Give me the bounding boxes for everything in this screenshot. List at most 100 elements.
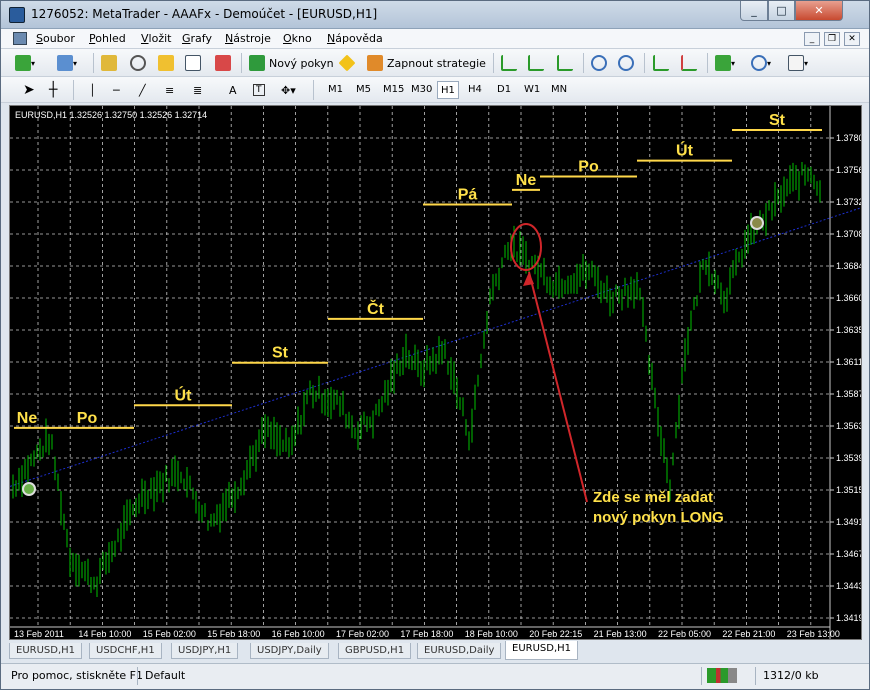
mdi-restore-button[interactable]: ❐ xyxy=(824,32,840,46)
close-button[interactable]: ✕ xyxy=(795,1,843,21)
profiles-button[interactable]: ▾ xyxy=(57,53,77,73)
y-tick-label: 1.36600 xyxy=(836,293,862,303)
menu-soubor[interactable]: Soubor xyxy=(36,32,75,45)
arrows-tool[interactable]: ✥▾ xyxy=(281,80,296,100)
day-label: St xyxy=(769,112,786,129)
price-chart[interactable]: Ne Po Út St Čt Pá Ne Po Út St 1.37800 1.37560 1.373… xyxy=(9,105,862,640)
templates-button[interactable]: ▾ xyxy=(788,53,808,73)
tab-eurusd-daily[interactable]: EURUSD,Daily xyxy=(417,643,502,659)
tab-eurusd-h1-1[interactable]: EURUSD,H1 xyxy=(9,643,83,659)
market-watch-button[interactable] xyxy=(101,53,117,73)
horizontal-line-tool[interactable]: ─ xyxy=(113,80,120,100)
zoom-in-button[interactable] xyxy=(591,53,607,73)
new-chart-button[interactable]: ▾ xyxy=(15,53,35,73)
tab-usdjpy-h1[interactable]: USDJPY,H1 xyxy=(171,643,239,659)
fibonacci-icon: ≣ xyxy=(193,83,203,97)
tab-eurusd-h1-active[interactable]: EURUSD,H1 xyxy=(505,641,579,660)
mdi-close-button[interactable]: ✕ xyxy=(844,32,860,46)
text-tool[interactable]: A xyxy=(229,80,237,100)
expert-advisors-button[interactable]: Zapnout strategie xyxy=(367,53,486,73)
day-label: Po xyxy=(77,410,98,427)
arrows-icon: ✥▾ xyxy=(281,83,296,97)
fibonacci-tool[interactable]: ≣ xyxy=(193,80,202,100)
order-marker-left[interactable] xyxy=(22,482,36,496)
new-order-label: Nový pokyn xyxy=(269,56,334,70)
crosshair-icon: ┼ xyxy=(49,82,58,98)
data-window-button[interactable] xyxy=(130,53,146,73)
annotation-line-1: Zde se měl zadat xyxy=(593,489,713,506)
trend-line[interactable] xyxy=(10,207,862,487)
line-chart-button[interactable] xyxy=(557,53,573,73)
navigator-button[interactable] xyxy=(158,53,174,73)
document-icon[interactable] xyxy=(13,32,27,45)
order-marker-right[interactable] xyxy=(750,216,764,230)
zoom-out-button[interactable] xyxy=(618,53,634,73)
text-tool-label: A xyxy=(229,83,237,97)
menu-okno[interactable]: Okno xyxy=(283,32,312,45)
tf-m1[interactable]: M1 xyxy=(325,81,346,99)
plus-chart-icon xyxy=(15,55,31,71)
annotation-line-2: nový pokyn LONG xyxy=(593,509,724,526)
indicators-button[interactable]: ▾ xyxy=(715,53,735,73)
tf-m15[interactable]: M15 xyxy=(380,81,407,99)
tf-m5[interactable]: M5 xyxy=(353,81,374,99)
tf-h1[interactable]: H1 xyxy=(437,81,459,99)
y-tick-label: 1.35395 xyxy=(836,453,862,463)
day-label: Ne xyxy=(17,410,38,427)
trendline-icon: ╱ xyxy=(139,83,146,97)
tf-m30[interactable]: M30 xyxy=(408,81,435,99)
cursor-tool[interactable]: ➤ xyxy=(23,80,35,100)
x-tick-label: 14 Feb 10:00 xyxy=(78,629,131,639)
chart-tabs: EURUSD,H1 USDCHF,H1 USDJPY,H1 USDJPY,Dai… xyxy=(9,641,862,661)
zoom-in-icon xyxy=(591,55,607,71)
windows-icon xyxy=(57,55,73,71)
menu-nastroje[interactable]: Nástroje xyxy=(225,32,271,45)
menu-pohled[interactable]: Pohled xyxy=(89,32,126,45)
chart-canvas[interactable]: Ne Po Út St Čt Pá Ne Po Út St 1.37800 1.37560 1.373… xyxy=(10,106,862,640)
x-tick-label: 23 Feb 13:00 xyxy=(787,629,840,639)
day-label: Ne xyxy=(516,172,537,189)
zoom-out-icon xyxy=(618,55,634,71)
periods-button[interactable]: ▾ xyxy=(751,53,771,73)
mdi-minimize-button[interactable]: _ xyxy=(804,32,820,46)
text-label-icon: T xyxy=(253,84,265,96)
tab-gbpusd-h1[interactable]: GBPUSD,H1 xyxy=(338,643,412,659)
status-bar: Pro pomoc, stiskněte F1 Default 1312/0 k… xyxy=(1,663,869,689)
y-tick-label: 1.37320 xyxy=(836,197,862,207)
x-tick-label: 20 Feb 22:15 xyxy=(529,629,582,639)
tf-w1[interactable]: W1 xyxy=(521,81,543,99)
menu-grafy[interactable]: Grafy xyxy=(182,32,212,45)
vertical-line-tool[interactable]: │ xyxy=(89,80,96,100)
tester-icon xyxy=(215,55,231,71)
candle-chart-button[interactable] xyxy=(528,53,544,73)
x-tick-label: 21 Feb 13:00 xyxy=(594,629,647,639)
minimize-button[interactable]: _ xyxy=(740,1,768,21)
alert-button[interactable] xyxy=(338,53,356,73)
chart-shift-button[interactable] xyxy=(681,53,697,73)
new-order-button[interactable]: Nový pokyn xyxy=(249,53,334,73)
text-label-tool[interactable]: T xyxy=(253,80,265,100)
app-icon xyxy=(9,7,25,23)
menu-napoveda[interactable]: Nápověda xyxy=(327,32,383,45)
tile-windows-button[interactable] xyxy=(653,53,669,73)
tile-icon xyxy=(653,55,669,71)
bar-chart-button[interactable] xyxy=(501,53,517,73)
tab-usdchf-h1[interactable]: USDCHF,H1 xyxy=(89,643,162,659)
tab-usdjpy-daily[interactable]: USDJPY,Daily xyxy=(250,643,329,659)
menu-vlozit[interactable]: Vložit xyxy=(141,32,171,45)
arrow-head xyxy=(523,272,534,286)
y-tick-label: 1.34670 xyxy=(836,549,862,559)
x-tick-label: 15 Feb 18:00 xyxy=(207,629,260,639)
title-bar[interactable]: 1276052: MetaTrader - AAAFx - Demoúčet -… xyxy=(1,1,869,29)
channel-tool[interactable]: ≡ xyxy=(165,80,174,100)
maximize-button[interactable]: □ xyxy=(768,1,795,21)
strategy-tester-button[interactable] xyxy=(215,53,231,73)
tf-d1[interactable]: D1 xyxy=(494,81,514,99)
channel-icon: ≡ xyxy=(165,83,175,97)
warning-icon xyxy=(338,54,356,72)
tf-h4[interactable]: H4 xyxy=(465,81,485,99)
trendline-tool[interactable]: ╱ xyxy=(139,80,146,100)
tf-mn[interactable]: MN xyxy=(548,81,570,99)
terminal-button[interactable] xyxy=(185,53,201,73)
crosshair-tool[interactable]: ┼ xyxy=(49,80,57,100)
